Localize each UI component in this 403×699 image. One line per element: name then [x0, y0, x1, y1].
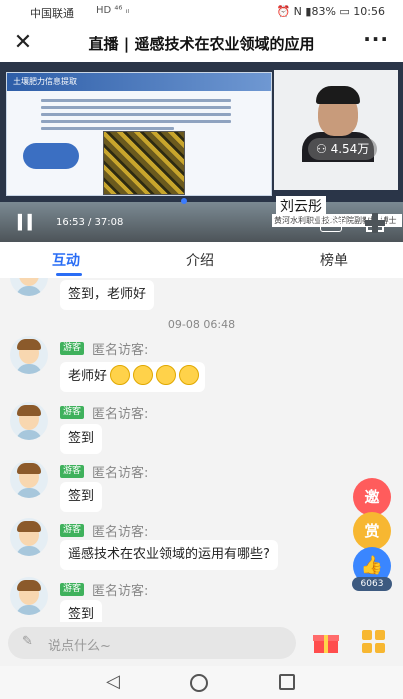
- speaker-name: 刘云彤: [276, 196, 326, 216]
- guest-badge: 游客: [60, 406, 85, 419]
- chat-message: 签到，老师好: [60, 280, 155, 310]
- speaker-hair: [316, 86, 360, 104]
- video-player[interactable]: 土壤肥力信息提取 ⚇ 4.54万 刘云彤 黄河水利职业技术学院副教授 博士 ▍▍…: [0, 62, 403, 242]
- speaker-camera: [274, 70, 398, 190]
- guest-badge: 游客: [60, 524, 85, 537]
- avatar: [10, 402, 48, 440]
- nickname: 匿名访客:: [92, 407, 149, 422]
- page-title: 直播 | 遥感技术在农业领域的应用: [88, 35, 315, 53]
- comment-placeholder: 说点什么~: [48, 639, 111, 654]
- guest-badge: 游客: [60, 583, 85, 596]
- satellite-map-image: [103, 131, 185, 195]
- invite-button[interactable]: 邀: [353, 478, 391, 516]
- back-icon[interactable]: ◁: [106, 671, 120, 692]
- avatar: [10, 278, 48, 296]
- viewer-count-badge: ⚇ 4.54万: [308, 138, 378, 160]
- active-tab-indicator: [56, 273, 82, 276]
- avatar: [10, 460, 48, 498]
- guest-badge: 游客: [60, 342, 85, 355]
- smile-emoji-icon: [133, 364, 154, 385]
- close-icon[interactable]: ✕: [10, 29, 36, 57]
- nickname: 匿名访客:: [92, 525, 149, 540]
- guest-badge: 游客: [60, 465, 85, 478]
- tab-introduction[interactable]: 介绍: [186, 250, 214, 270]
- comment-input[interactable]: ✎ 说点什么~: [8, 627, 296, 659]
- smile-emoji-icon: [156, 364, 177, 385]
- slide-indicator: [181, 198, 187, 204]
- more-icon[interactable]: ···: [363, 27, 389, 51]
- input-bar: ✎ 说点什么~: [0, 622, 403, 666]
- home-icon[interactable]: [190, 674, 208, 692]
- status-bar: 中国联通 HD ⁴⁶ ᵢₗ ⏰ N ▮83% ▭ 10:56: [0, 0, 403, 24]
- nickname: 匿名访客:: [92, 343, 149, 358]
- smile-emoji-icon: [179, 364, 200, 385]
- pen-icon: ✎: [22, 634, 33, 649]
- slide-bubble: [23, 143, 79, 169]
- playback-time: 16:53 / 37:08: [56, 217, 124, 228]
- chat-message: 签到: [60, 424, 103, 454]
- system-nav-bar: ◁: [0, 666, 403, 699]
- signal-icon: HD ⁴⁶ ᵢₗ: [96, 5, 130, 16]
- tab-bar: 互动 介绍 榜单: [0, 242, 403, 278]
- like-count: 6063: [352, 577, 392, 591]
- pause-icon[interactable]: ▍▍: [18, 215, 39, 231]
- gift-icon[interactable]: [313, 630, 339, 654]
- tab-ranking[interactable]: 榜单: [320, 250, 348, 270]
- chat-message-text: 老师好: [68, 369, 108, 384]
- avatar: [10, 518, 48, 556]
- chat-message: 老师好: [60, 362, 206, 392]
- avatar: [10, 336, 48, 374]
- nickname: 匿名访客:: [92, 466, 149, 481]
- fullscreen-icon[interactable]: [365, 213, 385, 233]
- tab-interaction[interactable]: 互动: [52, 250, 80, 270]
- title-bar: ✕ 直播 | 遥感技术在农业领域的应用 ···: [0, 24, 403, 62]
- viewer-count: 4.54万: [330, 142, 370, 156]
- chat-message: 遥感技术在农业领域的运用有哪些?: [60, 540, 278, 570]
- recent-apps-icon[interactable]: [279, 674, 295, 690]
- reward-button[interactable]: 赏: [353, 512, 391, 550]
- presentation-slide: 土壤肥力信息提取: [6, 72, 272, 196]
- chat-message: 签到: [60, 600, 103, 622]
- status-right: ⏰ N ▮83% ▭ 10:56: [276, 5, 385, 18]
- nickname: 匿名访客:: [92, 584, 149, 599]
- slide-heading: 土壤肥力信息提取: [13, 77, 77, 86]
- apps-grid-icon[interactable]: [362, 630, 386, 654]
- chat-message: 签到: [60, 482, 103, 512]
- chat-timestamp: 09-08 06:48: [167, 318, 236, 331]
- chat-list[interactable]: 签到，老师好 09-08 06:48 游客 匿名访客: 老师好 游客 匿名访客:…: [0, 278, 403, 622]
- avatar: [10, 577, 48, 615]
- smile-emoji-icon: [110, 364, 131, 385]
- danmu-toggle-icon[interactable]: 弹: [320, 214, 342, 232]
- carrier-label: 中国联通: [30, 7, 74, 20]
- slide-text-lines: [41, 99, 231, 134]
- slide-header: 土壤肥力信息提取: [7, 73, 271, 91]
